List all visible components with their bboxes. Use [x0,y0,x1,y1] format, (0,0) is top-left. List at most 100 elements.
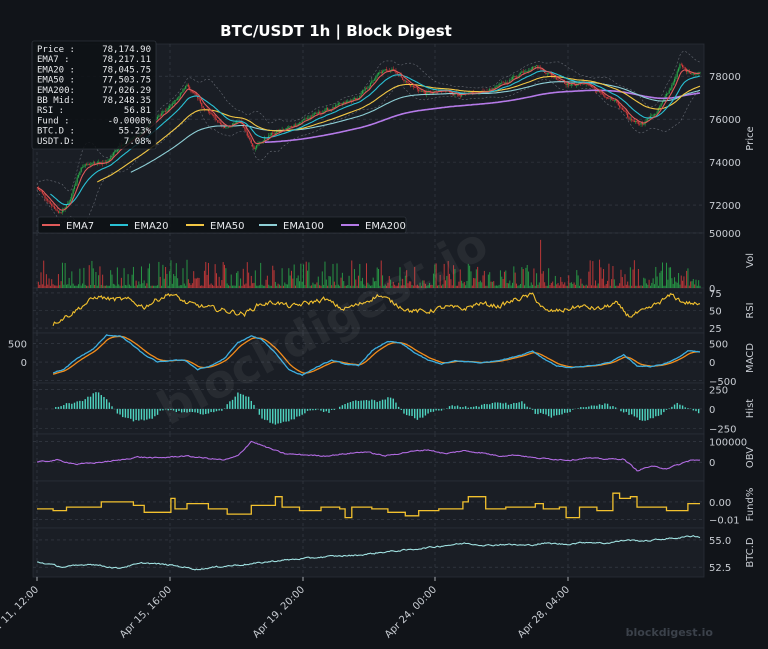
candle-body [600,92,601,93]
y-tick-label-left: 500 [8,339,27,350]
y-axis-label-obv: OBV [745,447,756,468]
volume-bar [671,278,672,288]
volume-bar [495,286,496,288]
volume-bar [586,285,587,288]
candle-body [671,85,672,89]
candle-body [536,65,537,66]
volume-bar [253,283,254,288]
volume-bar [235,286,236,288]
hist-bar [572,409,573,410]
volume-bar [616,286,617,288]
volume-bar [173,274,174,288]
candle-body [184,89,185,90]
volume-bar [560,277,561,288]
volume-bar [61,281,62,288]
volume-bar [166,274,167,288]
candle-body [227,128,228,129]
candle-body [86,164,87,165]
volume-bar [552,282,553,288]
volume-bar [225,268,226,288]
candle-body [402,77,403,80]
candle-body [415,87,416,88]
candle-body [603,94,604,95]
hist-bar [334,409,335,410]
volume-bar [645,279,646,288]
hist-bar [577,408,578,409]
hist-bar [390,398,391,409]
volume-bar [579,286,580,288]
y-tick-label: 72000 [709,201,741,212]
hist-bar [82,401,83,409]
volume-bar [268,285,269,288]
hist-bar [465,406,466,409]
candle-body [216,119,217,120]
candle-body [165,111,166,112]
info-value: 78,174.90 [102,45,151,55]
volume-bar [266,280,267,288]
legend-label-ema20: EMA20 [134,221,169,232]
candle-body [391,69,392,70]
candle-body [273,134,274,135]
hist-bar [553,409,554,416]
candle-body [252,143,253,146]
candle-body [180,93,181,96]
hist-bar [591,405,592,408]
volume-bar [241,286,242,288]
candle-body [599,91,600,92]
candle-body [339,103,340,104]
volume-bar [314,284,315,288]
candle-body [310,117,311,118]
volume-bar [58,274,59,288]
hist-bar [535,409,536,414]
volume-bar [164,279,165,288]
volume-bar [556,284,557,288]
hist-bar [460,407,461,409]
volume-bar [509,281,510,288]
volume-bar [330,276,331,288]
hist-bar [355,400,356,409]
volume-bar [479,282,480,288]
hist-bar [304,409,305,413]
volume-bar [319,285,320,288]
volume-bar [487,286,488,288]
hist-bar [103,397,104,409]
volume-bar [55,285,56,288]
candle-body [620,107,621,108]
candle-body [515,76,516,77]
candle-body [624,111,625,112]
candle-body [215,116,216,119]
volume-bar [302,282,303,288]
hist-bar [368,401,369,409]
volume-bar [228,285,229,288]
volume-bar [599,260,600,288]
hist-bar [315,409,316,410]
candle-body [535,66,536,67]
volume-bar [627,282,628,288]
volume-bar [517,286,518,288]
volume-bar [83,268,84,288]
candle-body [529,70,530,71]
volume-bar [162,265,163,288]
candle-body [48,201,49,202]
volume-bar [75,286,76,288]
footer-brand: blockdigest.io [626,626,714,639]
volume-bar [508,283,509,288]
hist-bar [489,404,490,409]
volume-bar [87,286,88,288]
volume-bar [69,278,70,288]
candle-body [114,151,115,152]
volume-bar [527,265,528,288]
candle-body [385,69,386,70]
volume-bar [549,285,550,288]
volume-bar [551,283,552,288]
candle-body [46,199,47,200]
volume-bar [647,285,648,288]
candle-body [235,123,236,124]
volume-bar [233,285,234,288]
candle-body [253,146,254,149]
volume-bar [481,282,482,288]
candle-body [419,91,420,92]
candle-body [188,85,189,87]
candle-body [166,110,167,112]
hist-bar [518,402,519,409]
